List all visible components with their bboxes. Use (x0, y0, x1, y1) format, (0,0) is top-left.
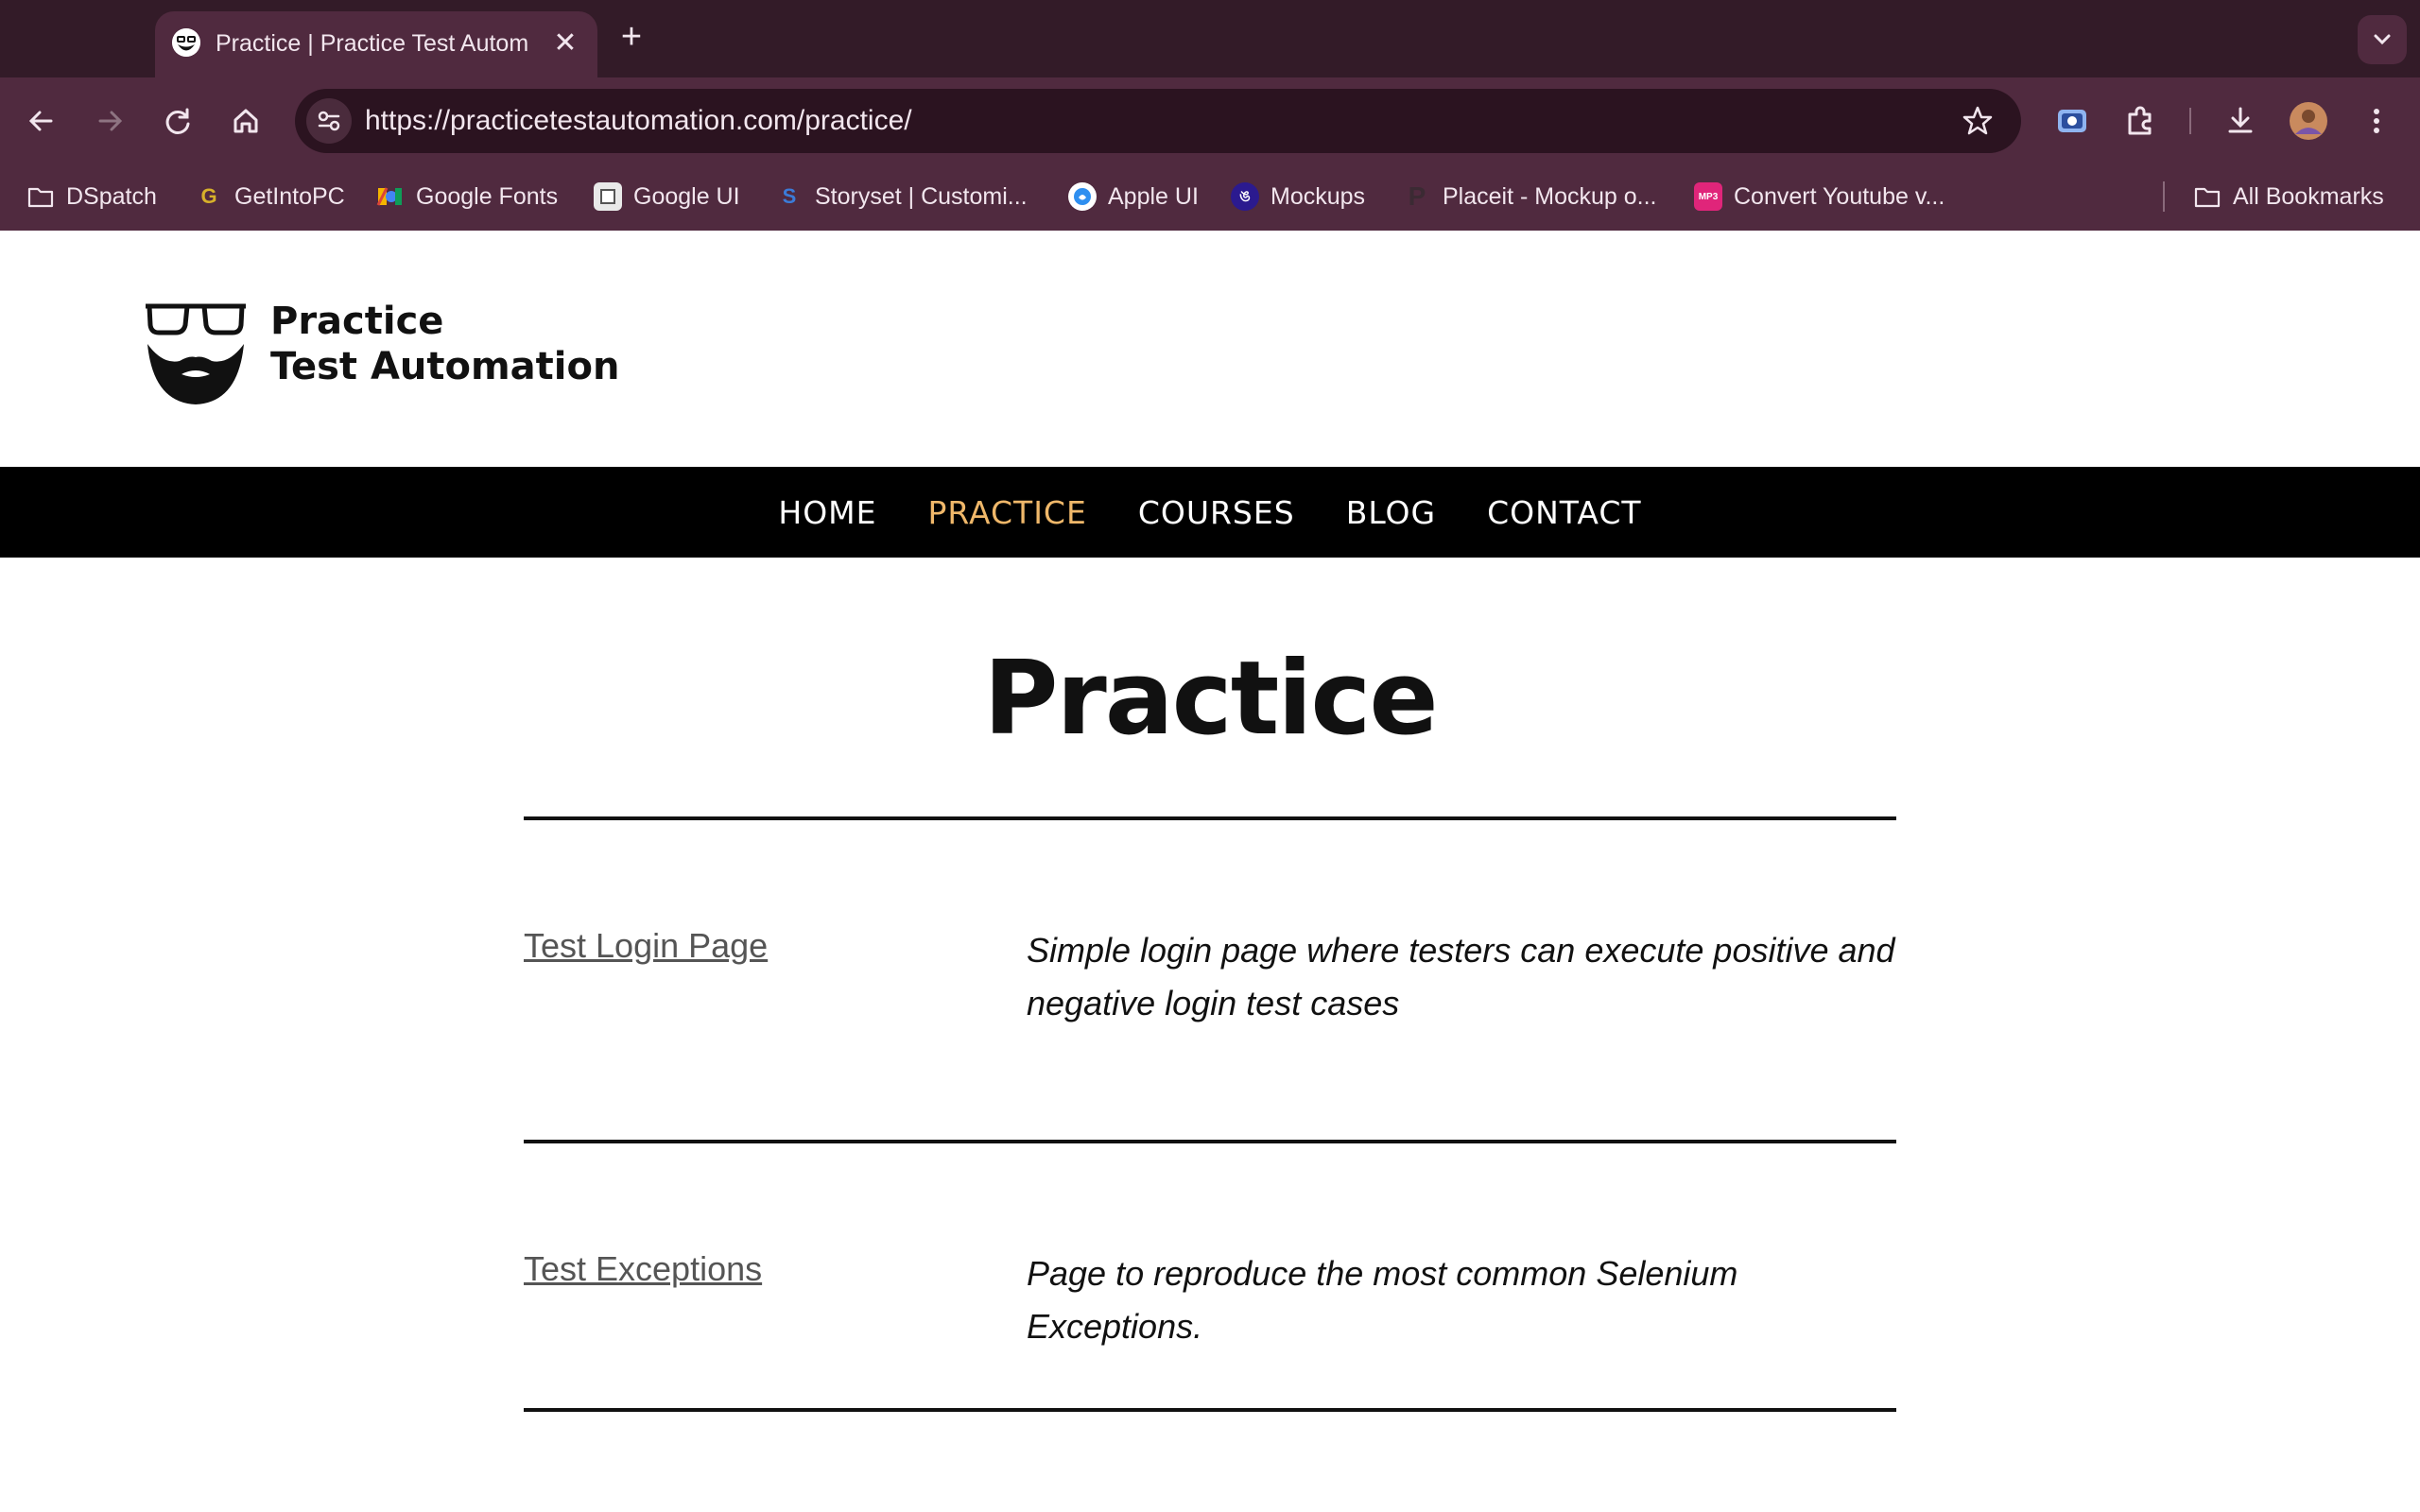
nav-contact[interactable]: CONTACT (1487, 494, 1642, 531)
test-login-page-description: Simple login page where testers can exec… (1027, 931, 1895, 1022)
logo-line-1: Practice (270, 300, 444, 343)
getintopc-icon: G (200, 184, 217, 208)
new-tab-button[interactable]: + (613, 19, 650, 57)
tab-title: Practice | Practice Test Automation (216, 30, 527, 57)
more-vert-icon (2374, 109, 2379, 133)
arrow-right-icon (98, 111, 123, 131)
downloads-button[interactable] (2220, 100, 2261, 142)
test-login-page-link[interactable]: Test Login Page (524, 926, 768, 966)
mp3-convert-icon: MP3 (1694, 182, 1722, 211)
bookmark-storyset[interactable]: S Storyset | Customi... (775, 176, 1028, 217)
avatar-icon (2290, 102, 2327, 140)
bookmark-label: GetIntoPC (234, 182, 345, 210)
nav-courses[interactable]: COURSES (1138, 494, 1295, 531)
tab-search-button[interactable] (2358, 15, 2407, 64)
site-logo[interactable]: Practice Test Automation (144, 299, 619, 421)
profile-avatar[interactable] (2288, 100, 2329, 142)
folder-icon (26, 182, 55, 211)
bookmark-label: Apple UI (1108, 182, 1199, 210)
bookmark-label: Google Fonts (416, 182, 559, 210)
main-nav: HOME PRACTICE COURSES BLOG CONTACT (0, 467, 2420, 558)
divider (524, 1140, 1896, 1143)
site-header: Practice Test Automation (0, 231, 2420, 467)
bookmark-placeit[interactable]: P Placeit - Mockup o... (1403, 176, 1657, 217)
bookmark-label: DSpatch (66, 182, 157, 210)
tune-icon (318, 111, 340, 131)
nav-home[interactable]: HOME (778, 494, 876, 531)
bookmark-convert-youtube[interactable]: MP3 Convert Youtube v... (1694, 176, 1945, 217)
bookmarks-divider (2163, 181, 2165, 212)
extensions-button[interactable] (2119, 100, 2161, 142)
logo-line-2: Test Automation (270, 345, 620, 388)
all-bookmarks-label: All Bookmarks (2233, 182, 2384, 210)
browser-chrome: Practice | Practice Test Automation ✕ + … (0, 0, 2420, 231)
screencast-extension-button[interactable] (2051, 100, 2093, 142)
bookmarks-bar: DSpatch G GetIntoPC Google Fonts Google … (0, 176, 2420, 217)
bookmark-google-fonts[interactable]: Google Fonts (376, 176, 558, 217)
tab-close-icon[interactable]: ✕ (546, 25, 584, 62)
divider (524, 1408, 1896, 1412)
bookmark-dspatch[interactable]: DSpatch (26, 176, 157, 217)
mockups-icon: ঙ (1231, 182, 1259, 211)
folder-icon (2193, 182, 2221, 211)
storyset-icon: S (782, 184, 797, 208)
home-button[interactable] (225, 100, 267, 142)
bookmark-getintopc[interactable]: G GetIntoPC (195, 176, 345, 217)
arrow-left-icon (28, 111, 53, 131)
bookmark-label: Convert Youtube v... (1734, 182, 1945, 210)
bookmark-label: Google UI (633, 182, 740, 210)
google-fonts-icon (376, 182, 405, 211)
beard-logo-icon (172, 28, 200, 57)
toolbar-divider (2189, 108, 2191, 134)
address-bar[interactable]: https://practicetestautomation.com/pract… (295, 89, 2021, 153)
url-text[interactable]: https://practicetestautomation.com/pract… (365, 89, 912, 153)
site-info-button[interactable] (306, 98, 352, 144)
bookmark-mockups[interactable]: ঙ Mockups (1231, 176, 1365, 217)
apple-ui-icon (1068, 182, 1097, 211)
browser-tab[interactable]: Practice | Practice Test Automation ✕ (155, 11, 597, 77)
logo-text: Practice Test Automation (270, 299, 619, 389)
bookmark-label: Mockups (1270, 182, 1366, 210)
reload-button[interactable] (157, 100, 199, 142)
home-icon (233, 109, 258, 133)
back-button[interactable] (21, 100, 62, 142)
forward-button[interactable] (89, 100, 130, 142)
reload-icon (165, 108, 190, 134)
test-exceptions-description: Page to reproduce the most common Seleni… (1027, 1254, 1738, 1346)
bookmark-apple-ui[interactable]: Apple UI (1068, 176, 1199, 217)
beard-glasses-logo-icon (146, 303, 246, 404)
all-bookmarks-button[interactable]: All Bookmarks (2193, 176, 2384, 217)
bookmark-label: Storyset | Customi... (815, 182, 1028, 210)
nav-blog[interactable]: BLOG (1346, 494, 1436, 531)
page-title: Practice (983, 640, 1438, 758)
bookmark-star-icon[interactable] (1961, 104, 1995, 138)
google-ui-icon (594, 182, 622, 211)
download-icon (2228, 107, 2253, 133)
divider (524, 816, 1896, 820)
menu-button[interactable] (2356, 100, 2397, 142)
placeit-icon: P (1408, 181, 1426, 211)
tab-strip: Practice | Practice Test Automation ✕ + (0, 0, 2420, 77)
screen-record-icon (2058, 110, 2086, 132)
bookmark-label: Placeit - Mockup o... (1443, 182, 1657, 210)
nav-practice[interactable]: PRACTICE (928, 494, 1087, 531)
chevron-down-icon (2374, 34, 2391, 45)
bookmark-google-ui[interactable]: Google UI (594, 176, 740, 217)
test-exceptions-link[interactable]: Test Exceptions (524, 1249, 762, 1289)
puzzle-icon (2128, 106, 2152, 135)
